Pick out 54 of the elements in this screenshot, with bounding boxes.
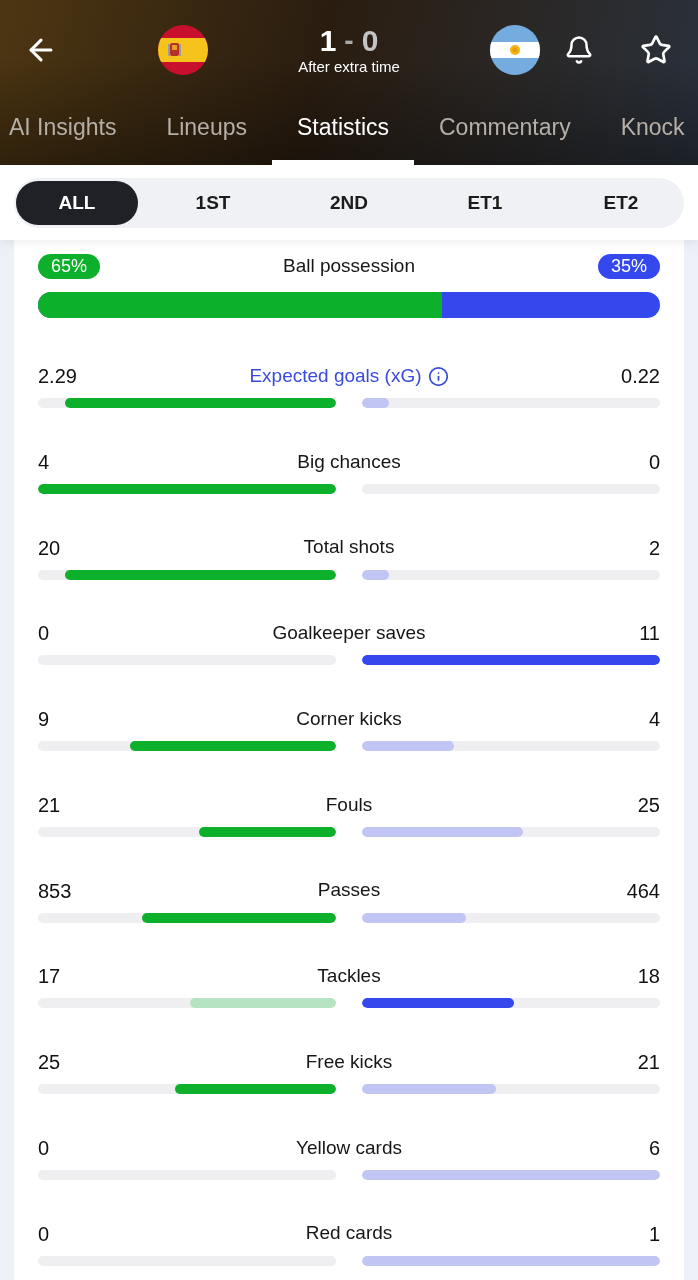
tab[interactable]: Lineups: [141, 95, 272, 165]
period-tab[interactable]: 2ND: [288, 181, 410, 225]
tab[interactable]: Commentary: [414, 95, 596, 165]
stat-value: 11: [639, 621, 660, 647]
period-tab[interactable]: 1ST: [152, 181, 274, 225]
score-value: 1: [319, 26, 337, 56]
info-icon: [427, 365, 449, 387]
stat-value: 0: [648, 449, 660, 475]
stat-label: Free kicks: [305, 1049, 393, 1074]
tab[interactable]: AI Insights: [0, 95, 142, 165]
stat-label: Tackles: [317, 964, 381, 988]
expected-goals-link[interactable]: Expected goals (xG): [249, 361, 449, 391]
stat-value: 17: [38, 964, 61, 990]
stat-value: 9: [38, 707, 50, 732]
period-tab[interactable]: ET1: [424, 181, 546, 225]
stat-value: 853: [38, 878, 72, 904]
notification-bell-icon[interactable]: [564, 35, 594, 65]
period-tab[interactable]: ALL: [16, 181, 138, 225]
stat-value: 1: [648, 1221, 660, 1247]
stat-label: Total shots: [303, 535, 395, 560]
stat-value: 6: [648, 1135, 660, 1161]
stat-value: 21: [637, 1050, 660, 1075]
stat-value: 464: [626, 878, 660, 904]
stat-value: 18: [637, 964, 660, 990]
match-status: After extra time: [298, 58, 400, 76]
stat-label: Passes: [317, 878, 381, 903]
period-tab[interactable]: ET2: [560, 181, 682, 225]
stat-value: 2: [648, 535, 660, 561]
stat-label: Big chances: [297, 449, 401, 474]
stat-label: Ball possession: [283, 254, 415, 279]
stat-value: 4: [38, 449, 50, 475]
stat-value: 25: [38, 1050, 61, 1075]
stat-value: 0.22: [621, 364, 660, 389]
stat-value: 21: [38, 792, 61, 818]
stat-label: Goalkeeper saves: [272, 621, 426, 645]
stat-label: Red cards: [305, 1221, 393, 1246]
stat-label: Corner kicks: [296, 706, 402, 731]
possession-percentage-badge: 35%: [598, 254, 660, 279]
flag-icon: [490, 25, 540, 75]
flag-icon: [158, 25, 208, 75]
possession-percentage-badge: 65%: [38, 254, 100, 279]
stat-value: 0: [38, 621, 50, 647]
stat-value: 0: [38, 1135, 50, 1161]
favorite-star-icon[interactable]: [640, 34, 672, 66]
stat-value: 0: [38, 1221, 50, 1247]
stat-value: 2.29: [38, 364, 77, 389]
stat-value: 25: [637, 792, 660, 818]
stat-label: Yellow cards: [296, 1135, 402, 1160]
score-separator: -: [344, 27, 354, 55]
stat-value: 4: [648, 707, 660, 732]
tab[interactable]: Knock: [595, 95, 685, 165]
stat-label: Fouls: [325, 792, 373, 817]
score-value: 0: [361, 26, 379, 56]
stat-value: 20: [38, 535, 61, 561]
